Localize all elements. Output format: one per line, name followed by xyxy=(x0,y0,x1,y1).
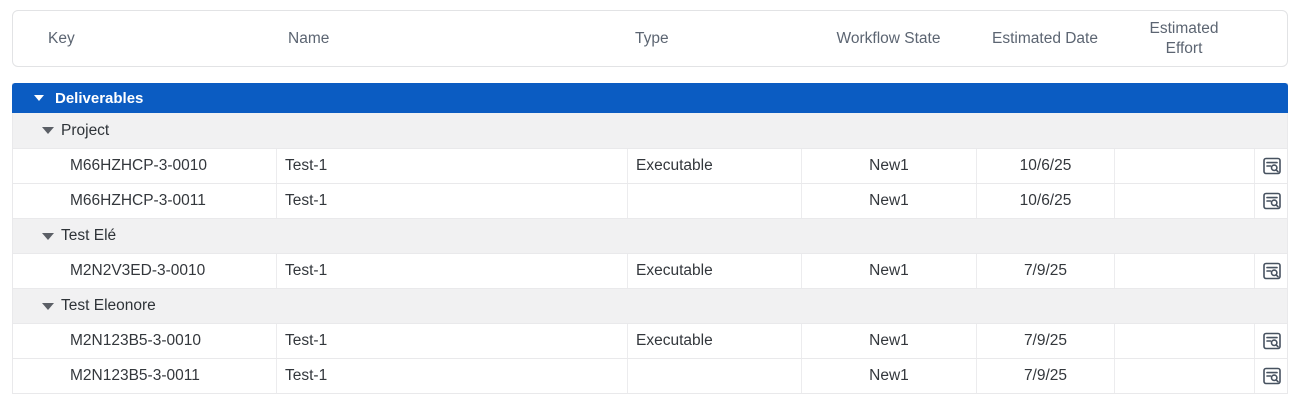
triangle-down-icon[interactable] xyxy=(42,127,54,134)
column-header-actions xyxy=(1254,11,1289,66)
group-row[interactable]: Project xyxy=(13,113,1287,148)
cell-name: Test-1 xyxy=(276,149,627,183)
cell-key: M2N123B5-3-0011 xyxy=(13,359,276,393)
table-row[interactable]: M2N123B5-3-0011 Test-1 New1 7/9/25 xyxy=(13,358,1287,393)
triangle-down-icon[interactable] xyxy=(34,95,44,101)
cell-workflow-state: New1 xyxy=(801,184,976,218)
cell-actions xyxy=(1254,324,1289,358)
cell-key: M2N2V3ED-3-0010 xyxy=(13,254,276,288)
cell-actions xyxy=(1254,149,1289,183)
cell-type: Executable xyxy=(627,254,801,288)
cell-workflow-state: New1 xyxy=(801,359,976,393)
cell-name: Test-1 xyxy=(276,324,627,358)
cell-estimated-date: 10/6/25 xyxy=(976,184,1114,218)
cell-actions xyxy=(1254,359,1289,393)
section-label: Deliverables xyxy=(55,90,143,107)
column-header-key: Key xyxy=(13,11,276,66)
cell-key: M2N123B5-3-0010 xyxy=(13,324,276,358)
cell-estimated-effort xyxy=(1114,184,1254,218)
deliverables-table: Key Name Type Workflow State Estimated D… xyxy=(12,0,1288,394)
cell-name: Test-1 xyxy=(276,184,627,218)
cell-estimated-effort xyxy=(1114,254,1254,288)
cell-workflow-state: New1 xyxy=(801,254,976,288)
cell-name: Test-1 xyxy=(276,359,627,393)
group-label: Test Elé xyxy=(61,227,116,245)
table-body: Deliverables Project M66HZHCP-3-0010 Tes… xyxy=(12,83,1288,394)
section-header-deliverables[interactable]: Deliverables xyxy=(12,83,1288,113)
cell-estimated-effort xyxy=(1114,324,1254,358)
column-header-type: Type xyxy=(627,11,801,66)
document-search-icon[interactable] xyxy=(1261,365,1283,387)
cell-actions xyxy=(1254,184,1289,218)
column-header-estimated-effort: Estimated Effort xyxy=(1114,11,1254,66)
cell-estimated-date: 10/6/25 xyxy=(976,149,1114,183)
table-row[interactable]: M2N123B5-3-0010 Test-1 Executable New1 7… xyxy=(13,323,1287,358)
table-header: Key Name Type Workflow State Estimated D… xyxy=(12,10,1288,67)
triangle-down-icon[interactable] xyxy=(42,233,54,240)
column-header-name: Name xyxy=(276,11,627,66)
document-search-icon[interactable] xyxy=(1261,330,1283,352)
cell-key: M66HZHCP-3-0011 xyxy=(13,184,276,218)
cell-estimated-effort xyxy=(1114,149,1254,183)
cell-workflow-state: New1 xyxy=(801,149,976,183)
cell-estimated-date: 7/9/25 xyxy=(976,359,1114,393)
cell-actions xyxy=(1254,254,1289,288)
table-row[interactable]: M2N2V3ED-3-0010 Test-1 Executable New1 7… xyxy=(13,253,1287,288)
document-search-icon[interactable] xyxy=(1261,190,1283,212)
cell-estimated-effort xyxy=(1114,359,1254,393)
table-row[interactable]: M66HZHCP-3-0011 Test-1 New1 10/6/25 xyxy=(13,183,1287,218)
group-row[interactable]: Test Elé xyxy=(13,218,1287,253)
group-row[interactable]: Test Eleonore xyxy=(13,288,1287,323)
cell-type xyxy=(627,359,801,393)
document-search-icon[interactable] xyxy=(1261,155,1283,177)
group-label: Project xyxy=(61,122,109,140)
triangle-down-icon[interactable] xyxy=(42,303,54,310)
cell-type xyxy=(627,184,801,218)
cell-type: Executable xyxy=(627,149,801,183)
cell-key: M66HZHCP-3-0010 xyxy=(13,149,276,183)
cell-workflow-state: New1 xyxy=(801,324,976,358)
table-row[interactable]: M66HZHCP-3-0010 Test-1 Executable New1 1… xyxy=(13,148,1287,183)
column-header-estimated-date: Estimated Date xyxy=(976,11,1114,66)
group-label: Test Eleonore xyxy=(61,297,156,315)
document-search-icon[interactable] xyxy=(1261,260,1283,282)
cell-estimated-date: 7/9/25 xyxy=(976,324,1114,358)
cell-type: Executable xyxy=(627,324,801,358)
cell-estimated-date: 7/9/25 xyxy=(976,254,1114,288)
cell-name: Test-1 xyxy=(276,254,627,288)
column-header-workflow-state: Workflow State xyxy=(801,11,976,66)
